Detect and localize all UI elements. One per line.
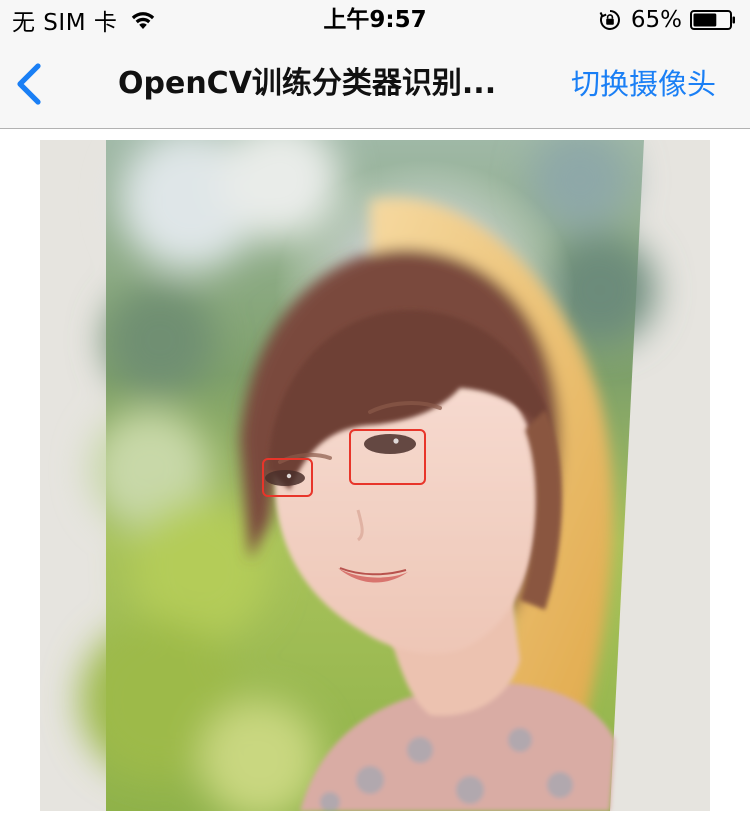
battery-percent: 65% <box>630 7 682 33</box>
battery-icon <box>690 10 735 30</box>
camera-preview <box>40 140 710 811</box>
photo-area <box>80 140 655 811</box>
status-bar: 无 SIM 卡 上午9:57 65% <box>0 0 750 40</box>
content-area <box>0 129 750 832</box>
battery-fill <box>693 13 717 27</box>
back-button[interactable] <box>10 60 54 108</box>
switch-camera-button[interactable]: 切换摄像头 <box>571 60 716 108</box>
orientation-lock-icon <box>599 10 620 30</box>
status-right: 65% <box>599 6 736 34</box>
camera-preview-image <box>40 140 710 811</box>
page-title: OpenCV训练分类器识别... <box>118 66 497 101</box>
chevron-left-icon <box>17 63 41 105</box>
navigation-bar: OpenCV训练分类器识别... 切换摄像头 <box>0 40 750 129</box>
